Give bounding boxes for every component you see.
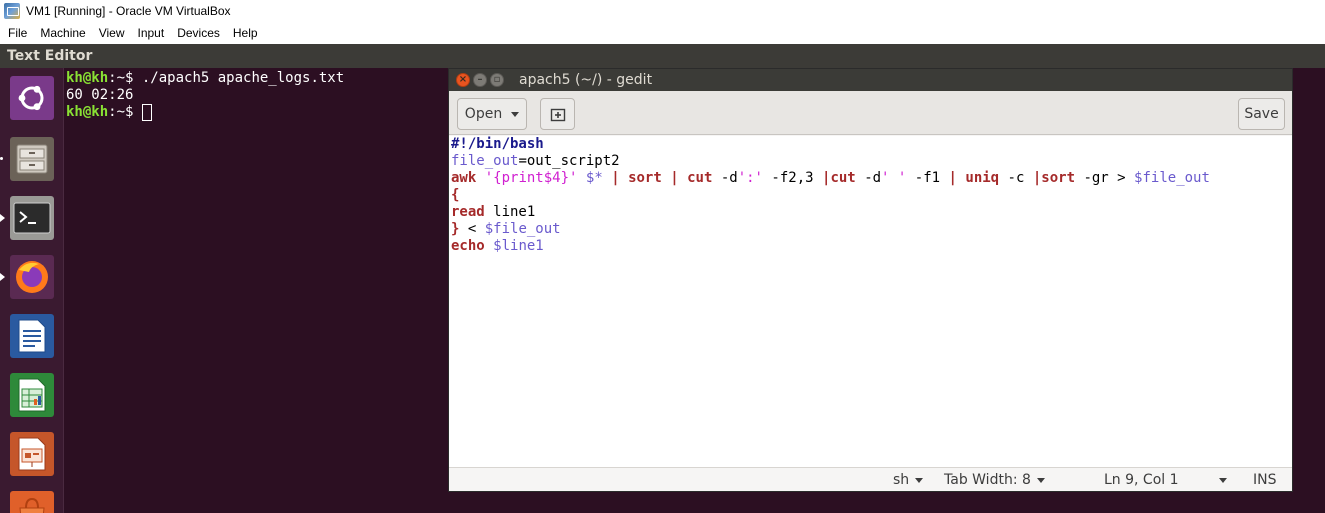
code-line-6: } < $file_out (451, 221, 561, 237)
code-line-4: { (451, 187, 460, 203)
terminal-cursor (141, 104, 152, 121)
code-line-3: awk '{print$4}' $* | sort | cut -d':' -f… (451, 170, 1210, 186)
insert-mode: INS (1253, 472, 1277, 488)
language-label: sh (893, 472, 910, 488)
software-icon (10, 491, 54, 513)
code-line-5: read line1 (451, 204, 536, 220)
launcher-writer[interactable] (7, 311, 57, 361)
chevron-down-icon (511, 111, 520, 117)
prompt-user-host: kh@kh (66, 70, 109, 86)
code-line-7: echo $line1 (451, 238, 544, 254)
ubuntu-dash-icon (10, 76, 54, 120)
terminal-line-2: 60 02:26 (66, 87, 134, 103)
files-icon (10, 137, 54, 181)
close-icon[interactable]: × (456, 73, 470, 87)
insert-mode-label: INS (1253, 472, 1277, 488)
menu-help[interactable]: Help (233, 26, 258, 40)
prompt-path: :~$ (108, 70, 142, 86)
tab-width-selector[interactable]: Tab Width: 8 (944, 472, 1045, 488)
tab-width-label: Tab Width: 8 (944, 472, 1031, 488)
gedit-window: × – ▫ apach5 (~/) - gedit Open Save #!/b… (448, 68, 1293, 492)
top-panel: Text Editor (0, 44, 1325, 68)
terminal-line-3: kh@kh:~$ (66, 104, 448, 121)
new-document-button[interactable] (540, 98, 575, 130)
launcher-files[interactable] (0, 134, 57, 184)
menu-machine[interactable]: Machine (40, 26, 85, 40)
chevron-down-icon (1036, 477, 1045, 483)
chevron-down-icon (915, 477, 924, 483)
gedit-header-bar: Open Save (449, 91, 1292, 135)
minimize-icon[interactable]: – (473, 73, 487, 87)
host-title-bar: VM1 [Running] - Oracle VM VirtualBox (0, 0, 1325, 22)
cursor-position-label: Ln 9, Col 1 (1104, 472, 1179, 488)
code-line-2: file_out=out_script2 (451, 153, 620, 169)
panel-app-title: Text Editor (7, 48, 93, 64)
cursor-position[interactable]: Ln 9, Col 1 (1104, 472, 1227, 488)
menu-file[interactable]: File (8, 26, 27, 40)
code-editor[interactable]: #!/bin/bash file_out=out_script2 awk '{pri… (449, 136, 1292, 467)
firefox-icon (10, 255, 54, 299)
host-window-title: VM1 [Running] - Oracle VM VirtualBox (26, 4, 231, 18)
open-button-label: Open (464, 106, 503, 122)
launcher-calc[interactable] (7, 370, 57, 420)
calc-icon (10, 373, 54, 417)
menu-view[interactable]: View (99, 26, 125, 40)
save-button[interactable]: Save (1238, 98, 1285, 130)
launcher-impress[interactable] (7, 429, 57, 479)
impress-icon (10, 432, 54, 476)
status-bar: sh Tab Width: 8 Ln 9, Col 1 INS (449, 467, 1292, 491)
launcher-terminal[interactable] (0, 193, 57, 243)
terminal-icon (10, 196, 54, 240)
prompt-path: :~$ (108, 104, 142, 120)
new-tab-icon (550, 108, 565, 122)
chevron-down-icon (1218, 477, 1227, 483)
prompt-user-host: kh@kh (66, 104, 109, 120)
launcher-firefox[interactable] (0, 252, 57, 302)
terminal-command: ./apach5 apache_logs.txt (141, 70, 345, 86)
terminal-output[interactable]: kh@kh:~$ ./apach5 apache_logs.txt 60 02:2… (64, 68, 448, 513)
menu-devices[interactable]: Devices (177, 26, 220, 40)
host-menu-bar: File Machine View Input Devices Help (0, 22, 1325, 44)
menu-input[interactable]: Input (138, 26, 165, 40)
launcher-software[interactable] (7, 488, 57, 513)
open-button[interactable]: Open (457, 98, 527, 130)
terminal-line-1: kh@kh:~$ ./apach5 apache_logs.txt (66, 70, 448, 87)
language-selector[interactable]: sh (893, 472, 924, 488)
gedit-title-bar: × – ▫ apach5 (~/) - gedit (449, 69, 1292, 91)
launcher (0, 68, 64, 513)
code-line-1: #!/bin/bash (451, 136, 544, 152)
virtualbox-icon (4, 3, 20, 19)
maximize-icon[interactable]: ▫ (490, 73, 504, 87)
writer-icon (10, 314, 54, 358)
gedit-window-title: apach5 (~/) - gedit (519, 72, 653, 88)
launcher-dash[interactable] (7, 73, 57, 123)
